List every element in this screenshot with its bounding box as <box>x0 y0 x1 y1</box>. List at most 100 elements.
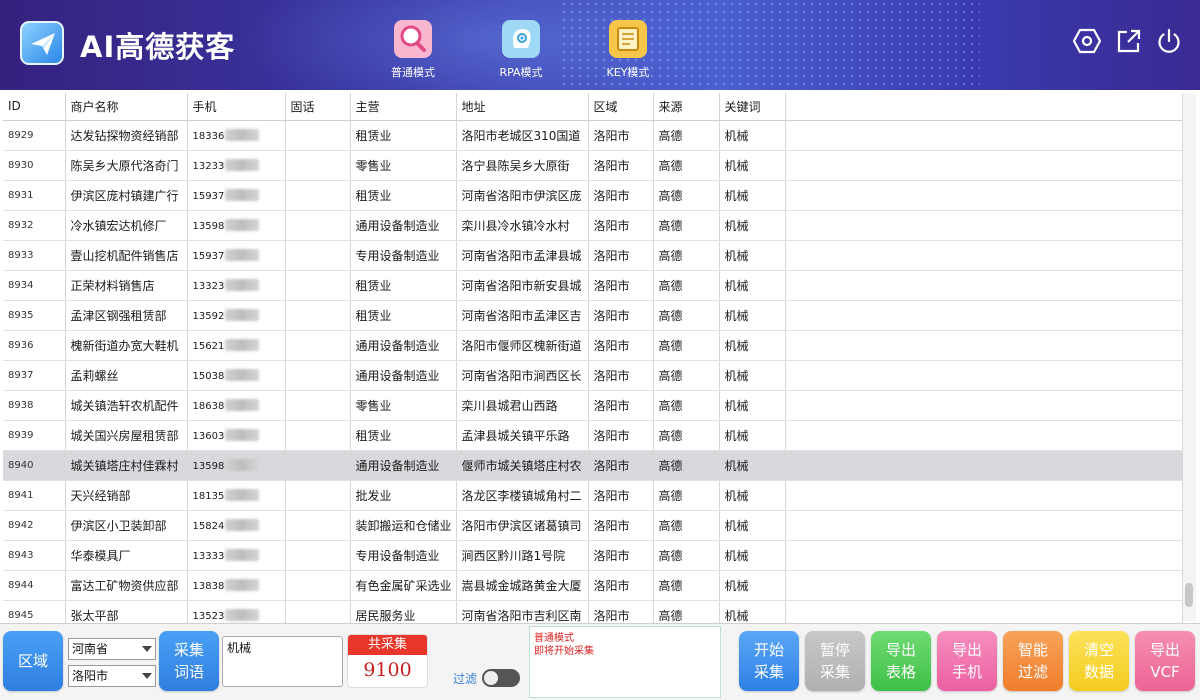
column-header-landline[interactable]: 固话 <box>285 93 351 121</box>
export-phone-button[interactable]: 导出 手机 <box>937 631 997 691</box>
table-row[interactable]: 8939 城关国兴房屋租赁部 13603 租赁业 孟津县城关镇平乐路 洛阳市 高德 机械 <box>3 420 1183 451</box>
cell-region: 洛阳市 <box>588 180 654 211</box>
redacted-blur <box>225 578 260 591</box>
power-icon[interactable] <box>1155 27 1183 55</box>
cell-id: 8937 <box>3 360 66 391</box>
cell-phone: 13592 <box>187 300 286 331</box>
table-body: 8929 达发钻探物资经销部 18336 租赁业 洛阳市老城区310国道 洛阳市 高德 机械 8… <box>3 120 1183 623</box>
cell-business: 租赁业 <box>350 300 457 331</box>
cell-name: 冷水镇宏达机修厂 <box>65 210 188 241</box>
table-row[interactable]: 8941 天兴经销部 18135 批发业 洛龙区李楼镇城角村二 洛阳市 高德 机械 <box>3 480 1183 511</box>
cell-name: 伊滨区小卫装卸部 <box>65 510 188 541</box>
province-select[interactable]: 河南省 <box>68 638 156 660</box>
cell-phone: 15621 <box>187 330 286 361</box>
vertical-scrollbar[interactable] <box>1183 93 1196 621</box>
clear-data-button[interactable]: 清空 数据 <box>1069 631 1129 691</box>
table-row[interactable]: 8929 达发钻探物资经销部 18336 租赁业 洛阳市老城区310国道 洛阳市 高德 机械 <box>3 120 1183 151</box>
table-row[interactable]: 8936 槐新街道办宽大鞋机 15621 通用设备制造业 洛阳市偃师区槐新街道 洛阳市 高德… <box>3 330 1183 361</box>
table-row[interactable]: 8935 孟津区钢强租赁部 13592 租赁业 河南省洛阳市孟津区吉 洛阳市 高德 机械 <box>3 300 1183 331</box>
cell-source: 高德 <box>653 600 720 623</box>
cell-region: 洛阳市 <box>588 480 654 511</box>
start-line2: 采集 <box>753 663 784 681</box>
phone-prefix: 13592 <box>192 310 225 322</box>
cell-region: 洛阳市 <box>588 600 654 623</box>
pause-collect-button[interactable]: 暂停 采集 <box>805 631 865 691</box>
cell-phone: 13598 <box>187 210 286 241</box>
collect-words-button[interactable]: 采集 词语 <box>159 631 219 691</box>
cell-region: 洛阳市 <box>588 300 654 331</box>
column-header-name[interactable]: 商户名称 <box>65 93 188 121</box>
cell-keyword: 机械 <box>719 510 786 541</box>
results-table-container: ID 商户名称 手机 固话 主营 地址 区域 来源 关键词 8929 达发钻探物资… <box>0 90 1200 624</box>
export-vcf-line1: 导出 <box>1149 641 1180 659</box>
cell-source: 高德 <box>653 420 720 451</box>
cell-landline <box>285 420 351 451</box>
status-log: 普通模式 即将开始采集 <box>529 626 721 698</box>
column-header-keyword[interactable]: 关键词 <box>719 93 786 121</box>
cell-phone: 15038 <box>187 360 286 391</box>
cell-source: 高德 <box>653 120 720 151</box>
cell-source: 高德 <box>653 300 720 331</box>
column-header-id[interactable]: ID <box>3 93 66 121</box>
mode-rpa-button[interactable]: RPA模式 <box>485 20 557 80</box>
phone-prefix: 15937 <box>192 250 225 262</box>
cell-phone: 13323 <box>187 270 286 301</box>
mode-key-button[interactable]: KEY模式 <box>592 20 664 80</box>
table-row[interactable]: 8942 伊滨区小卫装卸部 15824 装卸搬运和仓储业 洛阳市伊滨区诸葛镇司 洛阳市 高德… <box>3 510 1183 541</box>
table-row[interactable]: 8931 伊滨区庞村镇建广行 15937 租赁业 河南省洛阳市伊滨区庞 洛阳市 高德 机械 <box>3 180 1183 211</box>
cell-landline <box>285 240 351 271</box>
open-external-icon[interactable] <box>1115 27 1143 55</box>
city-select[interactable]: 洛阳市 <box>68 665 156 687</box>
cell-business: 租赁业 <box>350 270 457 301</box>
column-header-phone[interactable]: 手机 <box>187 93 286 121</box>
collected-count-card: 共采集 9100 <box>347 634 428 688</box>
table-row[interactable]: 8944 富达工矿物资供应部 13838 有色金属矿采选业 嵩县城金城路黄金大厦 洛阳市高… <box>3 570 1183 601</box>
table-row[interactable]: 8945 张太平部 13523 居民服务业 河南省洛阳市吉利区南 洛阳市 高德 机械 <box>3 600 1183 623</box>
export-table-line1: 导出 <box>885 641 916 659</box>
settings-icon[interactable] <box>1072 27 1102 55</box>
cell-name: 陈吴乡大原代洛奇门 <box>65 150 188 181</box>
cell-source: 高德 <box>653 390 720 421</box>
cell-landline <box>285 270 351 301</box>
cell-region: 洛阳市 <box>588 330 654 361</box>
table-row[interactable]: 8937 孟莉螺丝 15038 通用设备制造业 河南省洛阳市涧西区长 洛阳市 高德 机械 <box>3 360 1183 391</box>
cell-keyword: 机械 <box>719 420 786 451</box>
table-row[interactable]: 8940 城关镇塔庄村佳霖村 13598 通用设备制造业 偃师市城关镇塔庄村农 洛阳市 高德… <box>3 450 1183 481</box>
table-row[interactable]: 8933 壹山挖机配件销售店 15937 专用设备制造业 河南省洛阳市孟津县城 洛阳市 高德… <box>3 240 1183 271</box>
cell-keyword: 机械 <box>719 480 786 511</box>
column-header-business[interactable]: 主营 <box>350 93 457 121</box>
region-button[interactable]: 区域 <box>3 631 63 691</box>
export-table-button[interactable]: 导出 表格 <box>871 631 931 691</box>
cell-business: 零售业 <box>350 390 457 421</box>
phone-prefix: 13598 <box>192 460 225 472</box>
redacted-blur <box>225 308 260 321</box>
column-header-region[interactable]: 区域 <box>588 93 654 121</box>
cell-region: 洛阳市 <box>588 150 654 181</box>
filter-toggle[interactable] <box>482 669 520 687</box>
cell-source: 高德 <box>653 270 720 301</box>
cell-address: 栾川县冷水镇冷水村 <box>456 210 589 241</box>
table-row[interactable]: 8943 华泰模具厂 13333 专用设备制造业 涧西区黔川路1号院 洛阳市 高德 机械 <box>3 540 1183 571</box>
table-row[interactable]: 8934 正荣材料销售店 13323 租赁业 河南省洛阳市新安县城 洛阳市 高德 机械 <box>3 270 1183 301</box>
export-vcf-button[interactable]: 导出 VCF <box>1135 631 1195 691</box>
cell-business: 租赁业 <box>350 120 457 151</box>
cell-name: 天兴经销部 <box>65 480 188 511</box>
redacted-blur <box>225 338 260 351</box>
cell-id: 8935 <box>3 300 66 331</box>
keyword-input[interactable]: 机械 <box>222 636 343 687</box>
scrollbar-thumb[interactable] <box>1185 583 1193 607</box>
cell-id: 8938 <box>3 390 66 421</box>
table-row[interactable]: 8932 冷水镇宏达机修厂 13598 通用设备制造业 栾川县冷水镇冷水村 洛阳市 高德 机械 <box>3 210 1183 241</box>
cell-filler <box>785 540 1183 571</box>
smart-filter-button[interactable]: 智能 过滤 <box>1003 631 1063 691</box>
cell-business: 通用设备制造业 <box>350 450 457 481</box>
table-header-row: ID 商户名称 手机 固话 主营 地址 区域 来源 关键词 <box>3 93 1183 121</box>
start-line1: 开始 <box>753 641 784 659</box>
mode-normal-button[interactable]: 普通模式 <box>377 20 449 80</box>
table-row[interactable]: 8930 陈吴乡大原代洛奇门 13233 零售业 洛宁县陈吴乡大原街 洛阳市 高德 机械 <box>3 150 1183 181</box>
column-header-address[interactable]: 地址 <box>456 93 589 121</box>
table-row[interactable]: 8938 城关镇浩轩农机配件 18638 零售业 栾川县城君山西路 洛阳市 高德 机械 <box>3 390 1183 421</box>
column-header-source[interactable]: 来源 <box>653 93 720 121</box>
phone-prefix: 13603 <box>192 430 225 442</box>
start-collect-button[interactable]: 开始 采集 <box>739 631 799 691</box>
